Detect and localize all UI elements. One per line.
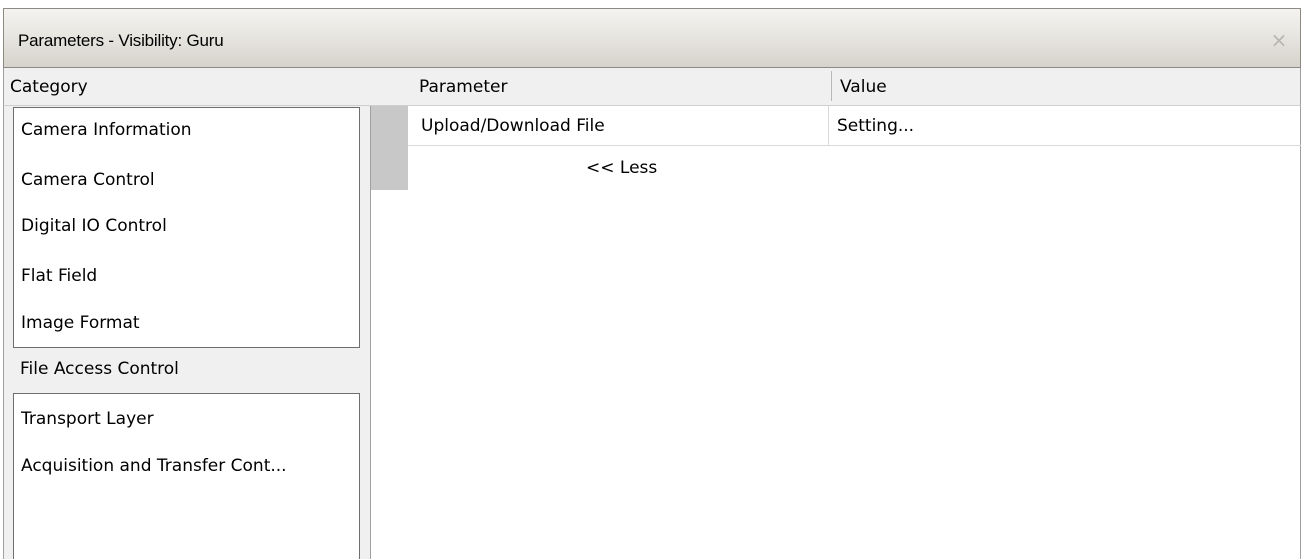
- category-list-top: Camera Information Camera Control Digita…: [13, 107, 360, 348]
- category-item-acquisition-and-transfer-control[interactable]: Acquisition and Transfer Cont...: [21, 456, 287, 476]
- category-item-image-format[interactable]: Image Format: [21, 313, 140, 333]
- row-header-gutter: [371, 106, 408, 190]
- category-item-camera-information[interactable]: Camera Information: [21, 120, 192, 140]
- column-header-row: Category Parameter Value: [3, 68, 1301, 106]
- value-column-header[interactable]: Value: [840, 77, 887, 97]
- selected-category-label: File Access Control: [20, 359, 179, 379]
- parameters-window: Parameters - Visibility: Guru × Category…: [0, 0, 1304, 559]
- close-icon[interactable]: ×: [1268, 29, 1290, 51]
- parameter-grid: Upload/Download File Setting... << Less: [370, 106, 1301, 559]
- category-item-camera-control[interactable]: Camera Control: [21, 170, 155, 190]
- parameter-row[interactable]: Upload/Download File Setting...: [408, 106, 1301, 146]
- header-divider[interactable]: [831, 71, 832, 101]
- less-toggle-button[interactable]: << Less: [586, 158, 657, 178]
- category-item-digital-io-control[interactable]: Digital IO Control: [21, 216, 167, 236]
- window-title: Parameters - Visibility: Guru: [18, 31, 224, 50]
- category-panel: Camera Information Camera Control Digita…: [3, 106, 370, 559]
- category-item-file-access-control[interactable]: File Access Control: [13, 348, 360, 393]
- category-item-flat-field[interactable]: Flat Field: [21, 266, 97, 286]
- category-item-transport-layer[interactable]: Transport Layer: [21, 409, 154, 429]
- parameter-column-header[interactable]: Parameter: [419, 77, 507, 97]
- category-column-header: Category: [10, 77, 88, 97]
- title-bar: Parameters - Visibility: Guru ×: [3, 8, 1301, 68]
- parameter-name-cell: Upload/Download File: [421, 116, 605, 136]
- category-list-bottom: Transport Layer Acquisition and Transfer…: [13, 393, 360, 559]
- parameter-value-cell[interactable]: Setting...: [837, 116, 914, 136]
- cell-divider: [828, 106, 829, 146]
- top-margin: [0, 0, 1304, 8]
